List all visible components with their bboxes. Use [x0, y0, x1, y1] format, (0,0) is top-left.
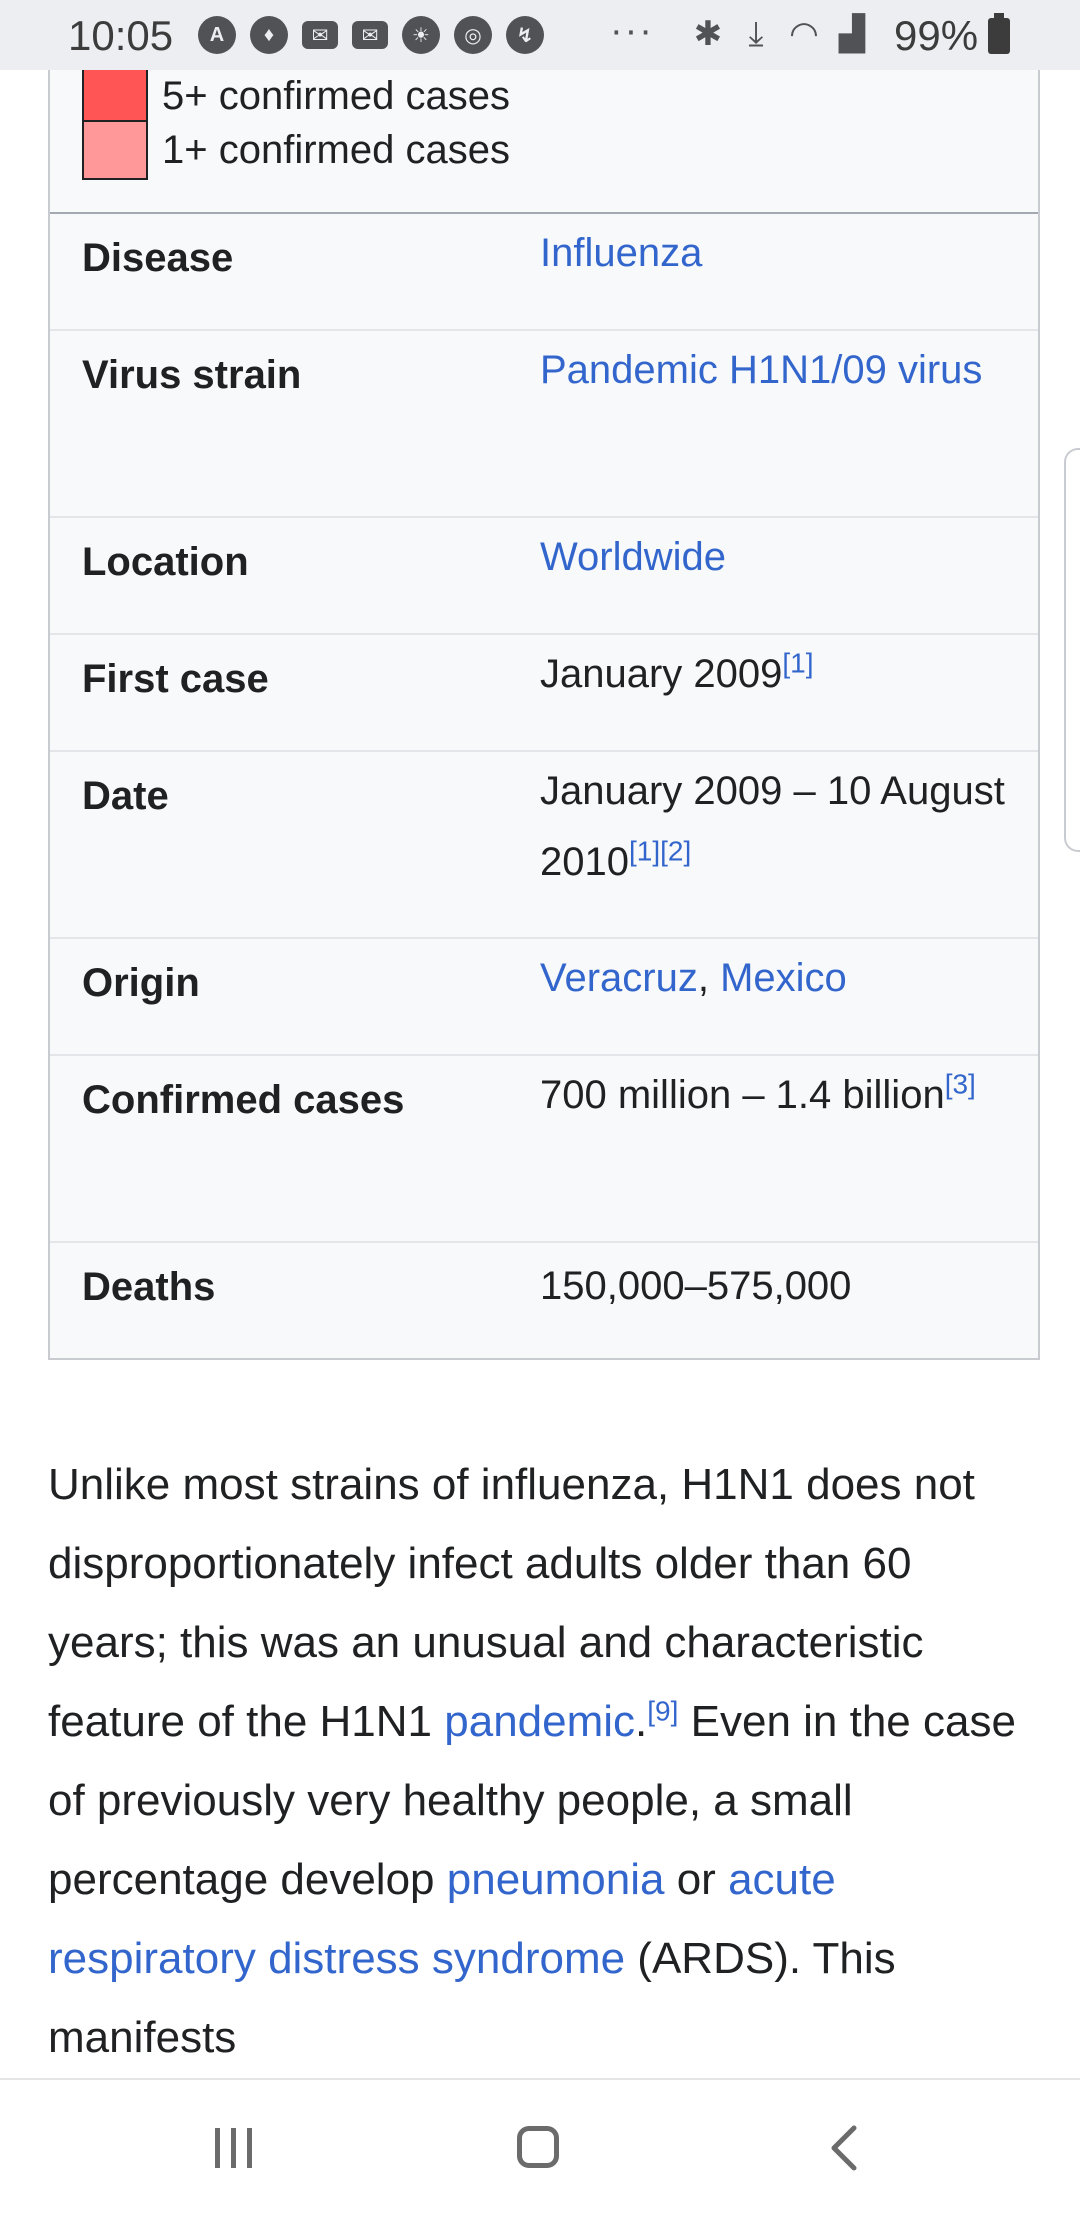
back-button[interactable] [820, 2122, 870, 2174]
origin-separator: , [697, 956, 721, 1000]
legend-label: 1+ confirmed cases [162, 127, 510, 172]
citation-link[interactable]: [9] [647, 1695, 678, 1726]
battery-percent: 99% [894, 12, 979, 59]
infobox: 5+ confirmed cases 1+ confirmed cases Di… [48, 40, 1040, 1360]
tinder-icon: ♦ [250, 16, 288, 54]
citation-link[interactable]: [3] [945, 1069, 976, 1100]
legend-item: 5+ confirmed cases [82, 66, 510, 126]
pandemic-link[interactable]: pandemic [444, 1697, 635, 1746]
signal-icon: ▟ [838, 15, 866, 53]
infobox-row-first-case: First case January 2009[1] [50, 635, 1038, 752]
legend-label: 5+ confirmed cases [162, 73, 510, 118]
status-time: 10:05 [68, 12, 174, 59]
origin-country-link[interactable]: Mexico [720, 956, 847, 1000]
navigation-bar [0, 2078, 1080, 2222]
recent-apps-icon [215, 2128, 220, 2168]
legend-swatch [82, 120, 148, 180]
pneumonia-link[interactable]: pneumonia [447, 1855, 665, 1904]
infobox-row-location: Location Worldwide [50, 518, 1038, 635]
system-icons: ✱ ⤓ ◠ ▟ [690, 14, 870, 54]
mail-icon: ✉ [352, 21, 388, 49]
mail-icon: ✉ [302, 21, 338, 49]
location-link[interactable]: Worldwide [540, 535, 726, 579]
deaths-value: 150,000–575,000 [540, 1264, 852, 1308]
messenger-icon: ↯ [506, 16, 544, 54]
weather-icon: ☀ [402, 16, 440, 54]
row-label: Confirmed cases [82, 1078, 405, 1122]
citation-link[interactable]: [1] [782, 648, 813, 679]
first-case-value: January 2009 [540, 652, 783, 696]
wifi-icon: ◠ [789, 15, 819, 53]
legend-item: 1+ confirmed cases [82, 120, 510, 180]
infobox-row-date: Date January 2009 – 10 August 2010[1][2] [50, 752, 1038, 939]
row-label: Date [82, 774, 169, 818]
infobox-row-virus-strain: Virus strain Pandemic H1N1/09 virus [50, 331, 1038, 518]
more-notifications-icon: ··· [610, 10, 654, 52]
row-label: Origin [82, 961, 200, 1005]
virus-strain-link[interactable]: Pandemic H1N1/09 virus [540, 348, 982, 392]
infobox-row-origin: Origin Veracruz, Mexico [50, 939, 1038, 1056]
bluetooth-icon: ✱ [693, 15, 723, 53]
edge-panel-handle[interactable] [1064, 448, 1080, 852]
status-bar: 10:05 A ♦ ✉ ✉ ☀ ◎ ↯ ··· ✱ ⤓ ◠ ▟ 99% [0, 0, 1080, 70]
disease-link[interactable]: Influenza [540, 231, 702, 275]
infobox-row-confirmed-cases: Confirmed cases 700 million – 1.4 billio… [50, 1056, 1038, 1243]
citation-link[interactable]: [1] [629, 836, 660, 867]
home-button[interactable] [517, 2126, 559, 2168]
row-label: Disease [82, 236, 234, 280]
article-paragraph: Unlike most strains of influenza, H1N1 d… [48, 1445, 1038, 2077]
notification-icons: A ♦ ✉ ✉ ☀ ◎ ↯ [198, 16, 544, 54]
recent-apps-button[interactable] [215, 2128, 252, 2168]
infobox-row-deaths: Deaths 150,000–575,000 [50, 1243, 1038, 1358]
confirmed-cases-value: 700 million – 1.4 billion [540, 1073, 945, 1117]
row-label: First case [82, 657, 269, 701]
paragraph-text: . [635, 1697, 648, 1746]
date-value: January 2009 – 10 August 2010 [540, 769, 1005, 884]
legend-swatch [82, 66, 148, 126]
row-label: Location [82, 540, 249, 584]
citation-link[interactable]: [2] [660, 836, 691, 867]
download-icon: ⤓ [748, 15, 764, 53]
chrome-icon: ◎ [454, 16, 492, 54]
row-label: Virus strain [82, 353, 302, 397]
paragraph-text: or [664, 1855, 729, 1904]
amex-icon: A [198, 16, 236, 54]
battery-icon [988, 13, 1010, 54]
infobox-row-disease: Disease Influenza [50, 214, 1038, 331]
row-label: Deaths [82, 1265, 216, 1309]
origin-city-link[interactable]: Veracruz [540, 956, 698, 1000]
